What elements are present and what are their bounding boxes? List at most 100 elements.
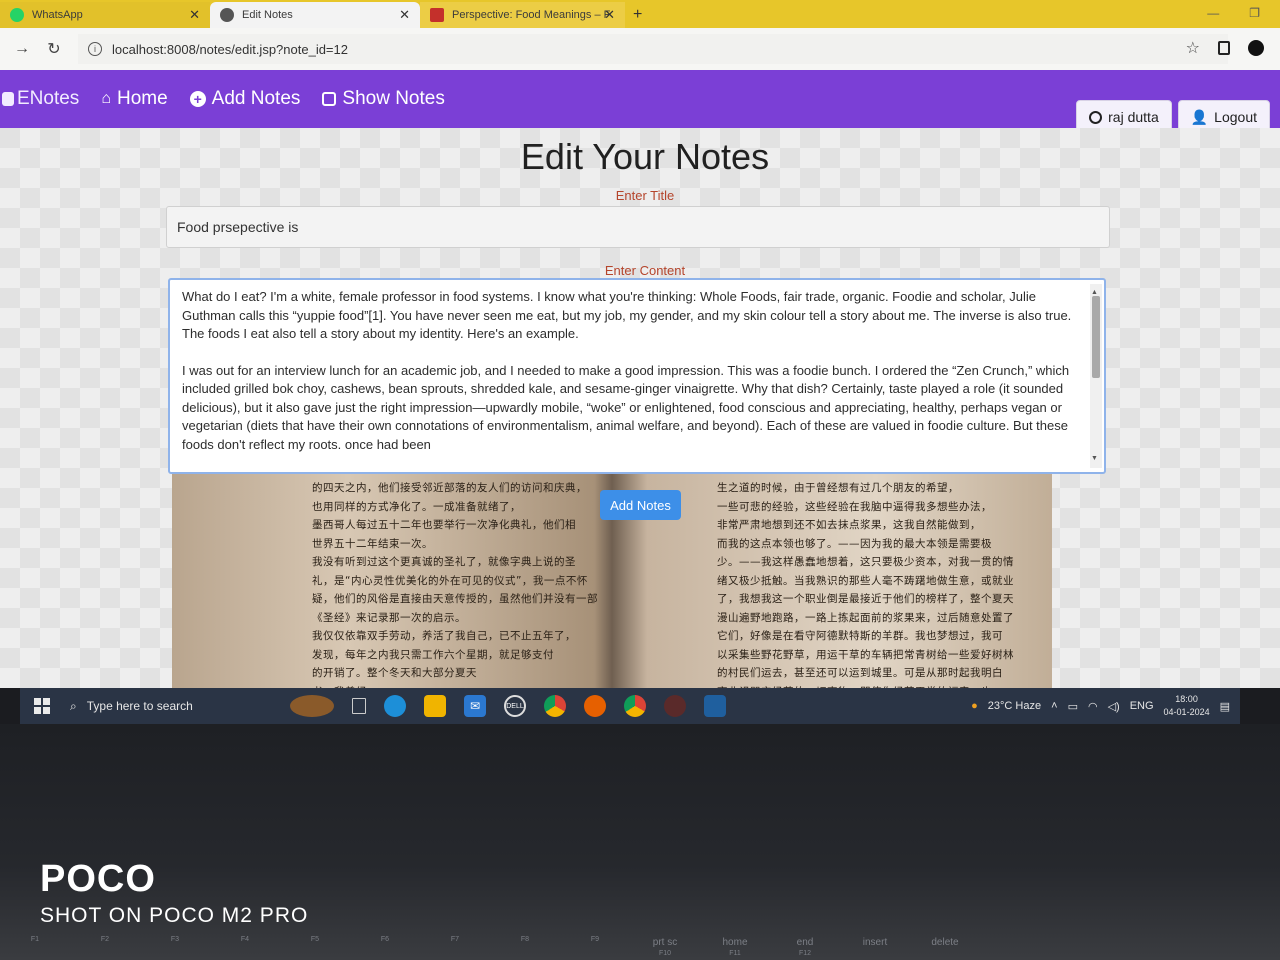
search-placeholder: Type here to search — [86, 699, 193, 713]
eclipse-icon[interactable] — [664, 695, 686, 717]
bookmark-star-icon[interactable]: ☆ — [1186, 38, 1200, 58]
weather-text[interactable]: 23°C Haze — [988, 700, 1041, 712]
keyboard-key: F4 — [210, 936, 280, 960]
forward-icon[interactable]: → — [12, 40, 32, 58]
minimize-icon[interactable]: — — [1207, 6, 1219, 20]
tab-edit-notes[interactable]: Edit Notes ✕ — [210, 2, 420, 28]
keyboard-key: prt sc F10 — [630, 936, 700, 960]
whatsapp-icon — [10, 8, 24, 22]
keyboard-key: F8 — [490, 936, 560, 960]
food-bowl-icon — [290, 695, 334, 717]
key-sublabel: F11 — [729, 950, 741, 957]
maximize-icon[interactable]: ❐ — [1249, 6, 1260, 20]
reload-icon[interactable]: ↻ — [44, 39, 64, 59]
logout-label: Logout — [1214, 109, 1257, 125]
wallpaper-text-line: 墨西哥人每过五十二年也要举行一次净化典礼，他们相 — [312, 519, 576, 531]
textarea-scrollbar[interactable]: ▲ ▼ — [1090, 284, 1102, 468]
url-field[interactable]: i localhost:8008/notes/edit.jsp?note_id=… — [78, 34, 1228, 64]
nav-home-label: Home — [116, 88, 168, 109]
tab-label: Perspective: Food Meanings – F — [452, 9, 611, 21]
scroll-down-icon[interactable]: ▼ — [1091, 450, 1098, 469]
battery-icon[interactable]: ▭ — [1068, 700, 1078, 713]
info-icon[interactable]: i — [88, 42, 102, 56]
windows-start-icon[interactable] — [34, 698, 50, 714]
edge-icon[interactable] — [384, 695, 406, 717]
title-input[interactable]: Food prsepective is — [166, 206, 1110, 248]
keyboard-key: F3 — [140, 936, 210, 960]
scrollbar-thumb[interactable] — [1092, 296, 1100, 378]
wallpaper-text-line: 而我的这点本领也够了。——因为我的最大本领是需要极 — [717, 537, 992, 550]
keyboard-key: insert — [840, 936, 910, 960]
keyboard-key: F6 — [350, 936, 420, 960]
camera-watermark-caption: SHOT ON POCO M2 PRO — [40, 904, 309, 927]
new-tab-button[interactable]: + — [633, 2, 642, 28]
brand-link[interactable]: ENotes — [2, 88, 79, 110]
profile-icon[interactable] — [1248, 40, 1264, 56]
keyboard-key: F5 — [280, 936, 350, 960]
key-sublabel: F6 — [380, 936, 390, 943]
wallpaper-text-line: 一些可悲的经验，这些经验在我脑中逼得我多想些办法， — [717, 500, 992, 513]
wallpaper-text-line: 的四天之内，他们接受邻近部落的友人们的访问和庆典， — [312, 482, 587, 494]
key-sublabel: F3 — [170, 936, 180, 943]
key-sublabel: F5 — [310, 936, 320, 943]
key-label: insert — [862, 937, 888, 948]
chrome-icon[interactable] — [544, 695, 566, 717]
wallpaper-text-line: 以采集些野花野草，用运干草的车辆把常青树给一些爱好树林 — [717, 648, 1014, 661]
add-notes-button[interactable]: Add Notes — [600, 490, 681, 520]
content-label: Enter Content — [604, 263, 686, 278]
address-book-icon — [322, 92, 337, 106]
window-controls: — ❐ — [1207, 6, 1260, 20]
url-text: localhost:8008/notes/edit.jsp?note_id=12 — [112, 41, 348, 57]
nav-add-notes[interactable]: + Add Notes — [189, 88, 300, 110]
chevron-up-icon[interactable]: ˄ — [1051, 700, 1057, 712]
app-navbar: ENotes ⌂ Home + Add Notes Show Notes raj… — [0, 70, 1280, 134]
content-textarea[interactable]: What do I eat? I'm a white, female profe… — [168, 278, 1106, 474]
key-sublabel: F8 — [520, 936, 530, 943]
wifi-icon[interactable]: ◠ — [1088, 700, 1098, 713]
notebook-icon — [2, 92, 14, 106]
tab-whatsapp[interactable]: WhatsApp ✕ — [0, 2, 210, 28]
user-plus-icon: 👤 — [1190, 108, 1209, 125]
wallpaper-text-line: 了，我想我这一个职业倒是最接近于他们的榜样了，整个夏天 — [717, 593, 1014, 605]
brand-label: ENotes — [17, 88, 80, 109]
key-sublabel: F7 — [450, 936, 460, 943]
nav-show-notes-label: Show Notes — [342, 88, 445, 109]
sidepanel-icon[interactable] — [1218, 41, 1230, 55]
close-icon[interactable]: ✕ — [399, 7, 410, 23]
camera-watermark-brand: POCO — [40, 858, 156, 900]
nav-show-notes[interactable]: Show Notes — [322, 88, 445, 110]
key-sublabel: F12 — [798, 950, 812, 957]
notification-icon[interactable]: ▤ — [1220, 700, 1230, 713]
wallpaper-text-line: 绪又极少抵触。当我熟识的那些人毫不踌躇地做生意，或就业 — [717, 574, 1014, 587]
user-circle-icon — [1089, 110, 1103, 124]
file-explorer-icon[interactable] — [424, 695, 446, 717]
key-sublabel: F10 — [658, 950, 672, 957]
wallpaper-text-right: 生之道的时候，由于曾经想有过几个朋友的希望， 一些可悲的经验，这些经验在我脑中逼得… — [717, 479, 1014, 688]
wallpaper-text-line: 我仅仅依靠双手劳动，养活了我自己，已不止五年了， — [312, 630, 576, 642]
firefox-icon[interactable] — [584, 695, 606, 717]
dell-icon[interactable]: DELL — [504, 695, 526, 717]
time: 18:00 — [1175, 694, 1198, 704]
key-label: delete — [931, 937, 959, 948]
mail-icon[interactable]: ✉ — [464, 695, 486, 717]
chrome-profile-icon[interactable] — [624, 695, 646, 717]
close-icon[interactable]: ✕ — [604, 7, 615, 23]
wallpaper-text-line: 的开销了。整个冬天和大部分夏天 — [312, 667, 477, 679]
taskbar-search[interactable]: ⌕ Type here to search — [70, 688, 290, 724]
tab-perspective-pdf[interactable]: Perspective: Food Meanings – F ✕ — [420, 2, 625, 28]
language-indicator[interactable]: ENG — [1130, 700, 1154, 712]
close-icon[interactable]: ✕ — [189, 7, 200, 23]
key-sublabel: F9 — [590, 936, 600, 943]
key-label: prt sc — [652, 937, 678, 948]
task-view-icon[interactable] — [352, 698, 366, 714]
address-bar: → ↻ i localhost:8008/notes/edit.jsp?note… — [0, 28, 1280, 70]
home-icon: ⌂ — [101, 90, 111, 107]
search-icon: ⌕ — [70, 698, 77, 713]
vscode-icon[interactable] — [704, 695, 726, 717]
key-sublabel: F1 — [30, 936, 40, 943]
clock[interactable]: 18:00 04-01-2024 — [1164, 693, 1210, 719]
volume-icon[interactable]: ◁) — [1108, 700, 1120, 713]
nav-home[interactable]: ⌂ Home — [101, 88, 167, 110]
user-name: raj dutta — [1108, 109, 1159, 125]
edit-notes-page: 的四天之内，他们接受邻近部落的友人们的访问和庆典， 也用同样的方式净化了。一成准备… — [0, 128, 1280, 688]
